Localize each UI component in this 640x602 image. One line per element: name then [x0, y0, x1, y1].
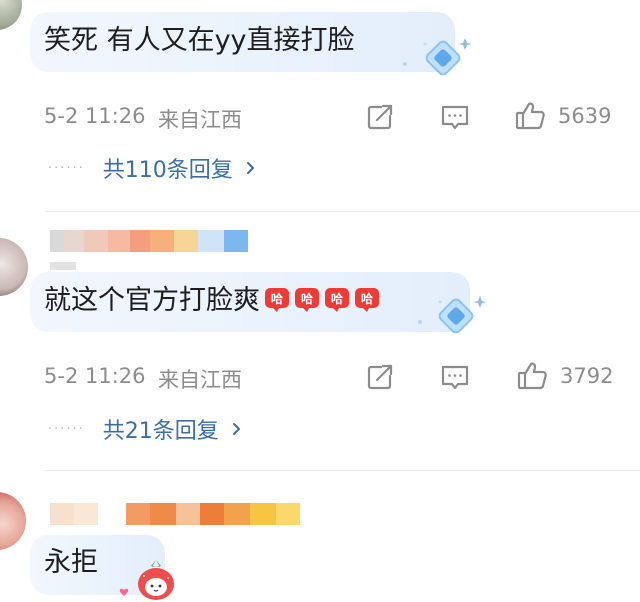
svg-text:哈: 哈: [271, 291, 283, 306]
comment-text: 永拒: [44, 547, 98, 578]
avatar[interactable]: [0, 492, 26, 550]
comment-location: 来自江西: [158, 368, 242, 392]
crying-laughing-emoji-icon: 哈: [295, 288, 319, 312]
dots-divider: ······: [48, 160, 85, 176]
share-icon[interactable]: [365, 362, 395, 392]
svg-text:哈: 哈: [361, 291, 373, 306]
comment-location: 来自江西: [158, 108, 242, 132]
like-count: 3792: [560, 364, 614, 388]
username-redacted[interactable]: [50, 503, 300, 525]
svg-text:哈: 哈: [301, 291, 313, 306]
comment-icon[interactable]: [440, 362, 470, 392]
comment-icon[interactable]: [440, 102, 470, 132]
crying-laughing-emoji-icon: 哈: [355, 288, 379, 312]
blue-diamond-decoration-icon: [403, 38, 472, 76]
thumbs-up-icon[interactable]: [516, 360, 548, 392]
comment-time: 5-2 11:26: [44, 104, 146, 128]
comment-text: 笑死 有人又在yy直接打脸: [44, 25, 355, 56]
share-icon[interactable]: [365, 102, 395, 132]
strawberry-badge-icon: [119, 560, 174, 600]
reply-count: 共21条回复: [102, 419, 219, 444]
chevron-right-icon: [246, 162, 254, 174]
reply-count: 共110条回复: [102, 158, 233, 183]
svg-text:哈: 哈: [331, 291, 343, 306]
comment-divider: [45, 211, 640, 212]
comment-divider: [45, 470, 640, 471]
blue-diamond-decoration-icon: [418, 296, 487, 334]
username-redacted[interactable]: [50, 230, 248, 252]
avatar[interactable]: [0, 238, 28, 296]
thumbs-up-icon[interactable]: [514, 100, 546, 132]
avatar[interactable]: [0, 0, 22, 30]
comment-text-content: 就这个官方打脸爽: [44, 285, 260, 316]
comment-time: 5-2 11:26: [44, 364, 146, 388]
chevron-right-icon: [232, 423, 240, 435]
view-replies-link[interactable]: ······ 共21条回复: [48, 413, 243, 445]
like-count: 5639: [558, 104, 612, 128]
comment-text: 就这个官方打脸爽哈哈哈哈: [44, 284, 380, 318]
crying-laughing-emoji-icon: 哈: [265, 288, 289, 312]
crying-laughing-emoji-icon: 哈: [325, 288, 349, 312]
view-replies-link[interactable]: ······ 共110条回复: [48, 152, 257, 184]
username-redacted-small: [50, 262, 76, 270]
dots-divider: ······: [48, 421, 85, 437]
